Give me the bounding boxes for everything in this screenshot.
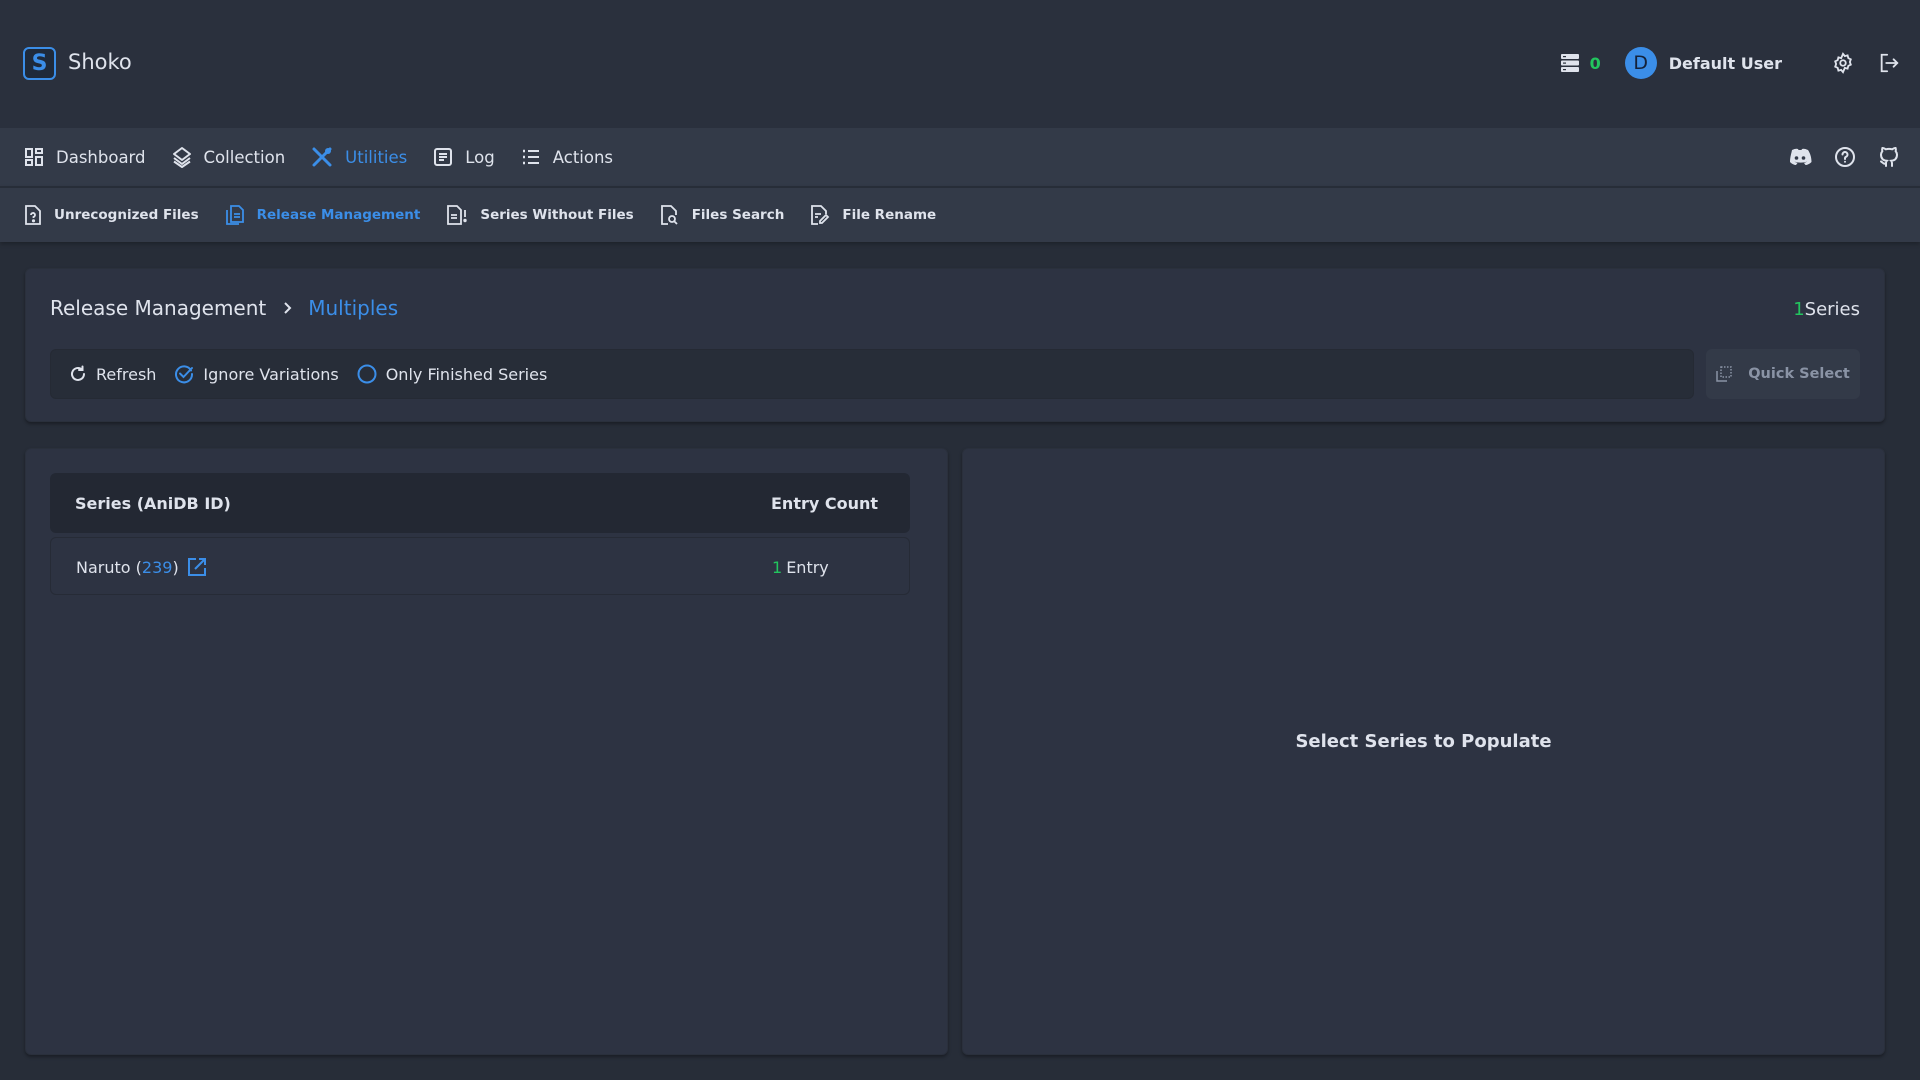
subnav-item-files-search[interactable]: Files Search [660,204,785,226]
username[interactable]: Default User [1669,54,1782,73]
queue-status[interactable]: 0 [1560,53,1601,73]
nav-label: Log [465,147,495,167]
nav-item-collection[interactable]: Collection [172,146,286,168]
list-icon [521,147,541,167]
nav-item-actions[interactable]: Actions [521,147,613,167]
queue-count: 0 [1589,53,1601,73]
external-link-icon[interactable] [187,557,207,577]
chevron-right-icon [282,301,292,315]
check-circle-icon [174,364,194,384]
sub-nav: Unrecognized Files Release Management Se… [0,186,1920,242]
details-placeholder: Select Series to Populate [1295,731,1552,752]
subnav-label: Release Management [256,207,421,223]
only-finished-label: Only Finished Series [385,364,548,384]
subnav-item-release-management[interactable]: Release Management [225,204,421,226]
main-nav: Dashboard Collection Utilities Log Actio… [0,128,1920,186]
shoko-logo[interactable]: S [23,47,56,80]
series-details-panel: Select Series to Populate [962,448,1885,1055]
github-icon[interactable] [1878,146,1900,168]
entry-count-label: Entry [786,557,829,577]
tools-icon [311,146,333,168]
table-row[interactable]: Naruto (239) 1 Entry [50,537,910,595]
series-count-number: 1 [1793,299,1805,320]
subnav-item-unrecognized-files[interactable]: Unrecognized Files [24,204,199,226]
quick-select-button[interactable]: Quick Select [1706,349,1860,399]
breadcrumb: Release Management Multiples [50,296,398,320]
logout-icon[interactable] [1878,52,1900,74]
options-panel: Release Management Multiples 1Series Ref… [25,268,1885,422]
subnav-item-series-without-files[interactable]: Series Without Files [446,204,634,226]
nav-item-utilities[interactable]: Utilities [311,146,407,168]
series-cell: Naruto (239) [76,538,207,596]
file-question-icon [24,204,42,226]
subnav-item-file-rename[interactable]: File Rename [810,204,936,226]
series-count: 1Series [1793,299,1860,320]
ignore-variations-checkbox[interactable]: Ignore Variations [174,364,339,384]
server-icon [1560,53,1580,73]
nav-item-dashboard[interactable]: Dashboard [24,147,146,167]
dashboard-icon [24,147,44,167]
refresh-label: Refresh [96,364,157,384]
circle-icon [357,364,377,384]
only-finished-series-checkbox[interactable]: Only Finished Series [357,364,548,384]
series-count-label: Series [1804,299,1860,320]
series-name: Naruto [76,557,131,577]
entry-count-cell: 1 Entry [772,538,829,596]
layers-icon [172,146,192,168]
refresh-icon [69,365,87,383]
quick-select-label: Quick Select [1748,366,1850,382]
options-toolbar: Refresh Ignore Variations Only Finished … [50,349,1694,399]
breadcrumb-current: Multiples [308,296,399,320]
files-icon [225,204,245,226]
entry-count-number: 1 [772,557,783,577]
subnav-label: Series Without Files [480,207,634,223]
file-search-icon [660,204,680,226]
nav-label: Actions [552,147,614,167]
subnav-label: Files Search [691,207,785,223]
nav-label: Utilities [345,147,408,167]
app-title: Shoko [68,50,132,74]
anidb-id-link[interactable]: 239 [142,558,173,577]
refresh-button[interactable]: Refresh [69,365,156,384]
gear-icon[interactable] [1832,52,1854,74]
subnav-label: File Rename [842,207,937,223]
discord-icon[interactable] [1788,148,1812,166]
select-area-icon [1716,366,1732,382]
nav-label: Dashboard [56,147,146,167]
header-actions: 0 D Default User [1560,46,1900,80]
nav-item-log[interactable]: Log [433,147,495,167]
series-list-panel: Series (AniDB ID) Entry Count Naruto (23… [25,448,948,1055]
table-header: Series (AniDB ID) Entry Count [50,473,910,533]
column-header-series[interactable]: Series (AniDB ID) [75,494,231,513]
file-edit-icon [810,204,830,226]
subnav-label: Unrecognized Files [54,207,199,223]
help-icon[interactable] [1834,146,1856,168]
avatar[interactable]: D [1624,47,1657,79]
ignore-variations-label: Ignore Variations [203,364,339,384]
top-header: S Shoko 0 D Default User [0,0,1920,128]
nav-label: Collection [203,147,286,167]
column-header-entry-count[interactable]: Entry Count [771,494,878,513]
log-icon [433,147,453,167]
breadcrumb-root[interactable]: Release Management [50,296,266,320]
file-alert-icon [446,204,468,226]
